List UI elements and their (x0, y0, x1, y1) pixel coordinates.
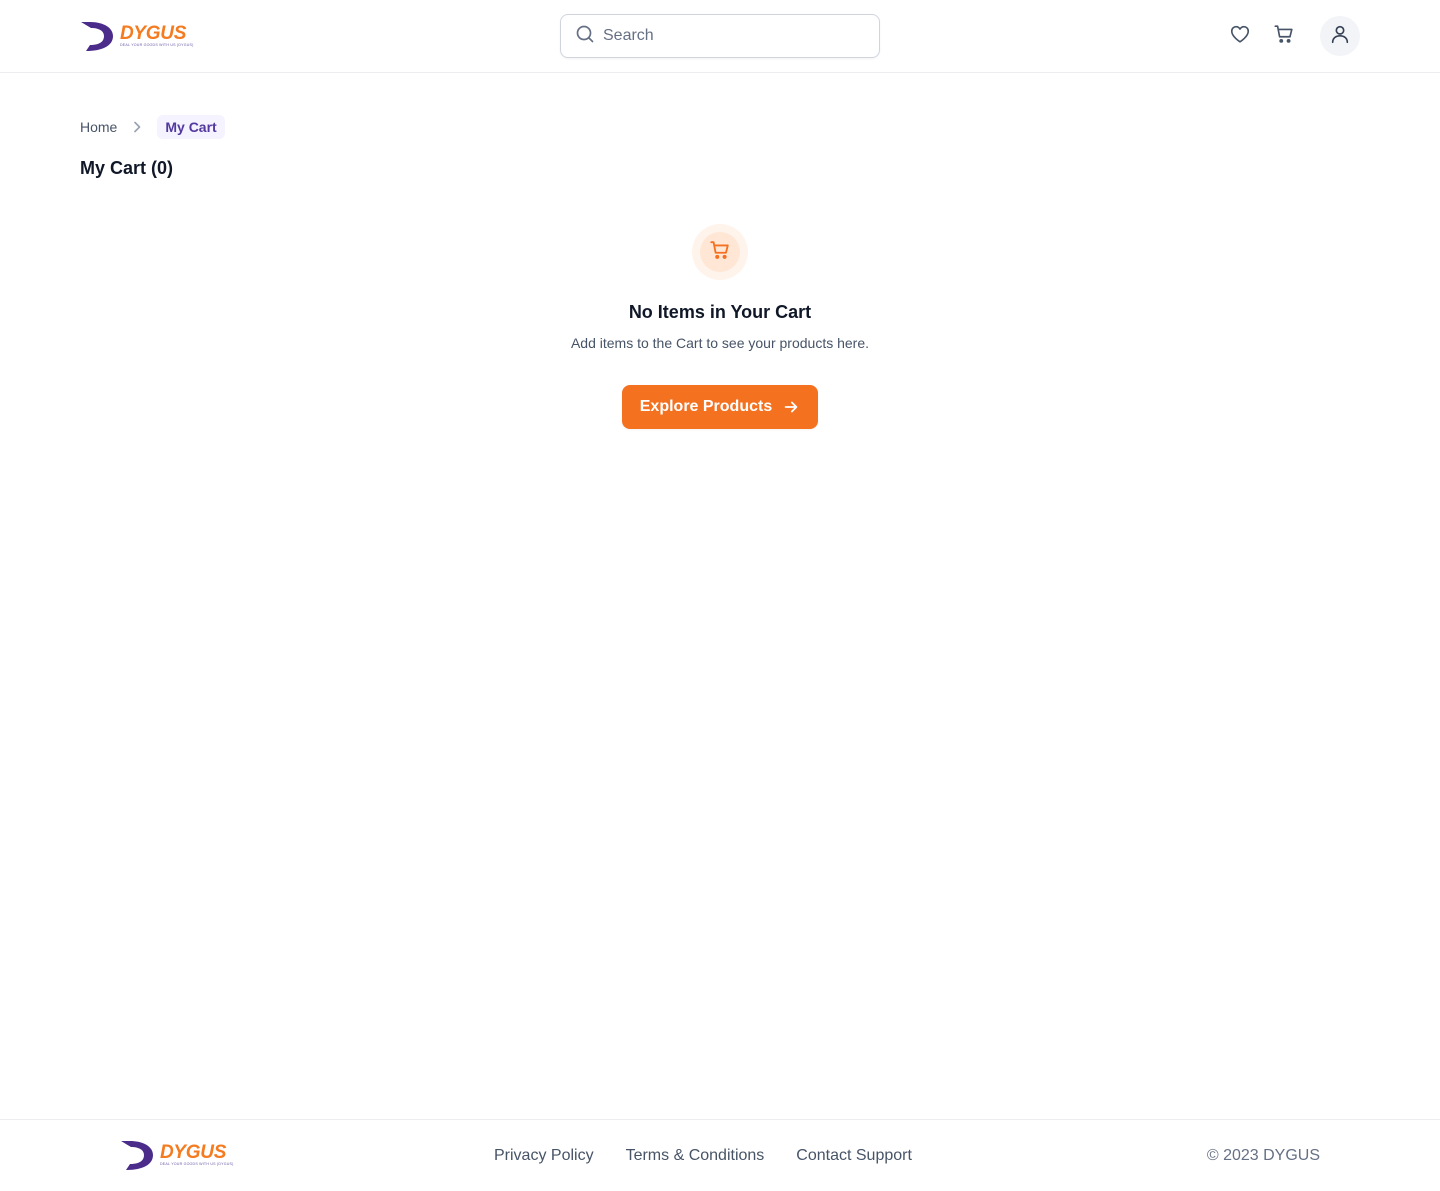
search-input[interactable] (603, 27, 853, 45)
logo-tagline: DEAL YOUR GOODS WITH US (DYGUS) (120, 43, 194, 47)
brand-logo[interactable]: DYGUS DEAL YOUR GOODS WITH US (DYGUS) (80, 20, 194, 52)
breadcrumb-current[interactable]: My Cart (157, 115, 225, 139)
breadcrumb-home-link[interactable]: Home (80, 119, 117, 135)
page-footer: DYGUS DEAL YOUR GOODS WITH US (DYGUS) Pr… (0, 1119, 1440, 1191)
footer-links: Privacy Policy Terms & Conditions Contac… (494, 1145, 912, 1167)
top-header: DYGUS DEAL YOUR GOODS WITH US (DYGUS) (0, 0, 1440, 73)
wishlist-button[interactable] (1228, 24, 1252, 48)
heart-icon (1229, 23, 1251, 50)
cart-button[interactable] (1272, 24, 1296, 48)
account-avatar-button[interactable] (1320, 16, 1360, 56)
cart-icon (709, 239, 731, 266)
footer-brand-logo[interactable]: DYGUS DEAL YOUR GOODS WITH US (DYGUS) (120, 1139, 234, 1171)
logo-mark-icon (80, 20, 114, 52)
empty-state-description: Add items to the Cart to see your produc… (570, 335, 870, 351)
logo-tagline: DEAL YOUR GOODS WITH US (DYGUS) (160, 1162, 234, 1166)
user-icon (1329, 23, 1351, 50)
arrow-right-icon (782, 398, 800, 416)
copyright-text: © 2023 DYGUS (1206, 1147, 1320, 1164)
breadcrumb: Home My Cart (80, 113, 225, 141)
empty-state-title: No Items in Your Cart (628, 302, 812, 322)
explore-products-button[interactable]: Explore Products (622, 385, 818, 429)
empty-state-icon-wrap (692, 224, 748, 280)
privacy-policy-link[interactable]: Privacy Policy (494, 1145, 594, 1167)
page-title: My Cart (0) (80, 158, 174, 178)
contact-support-link[interactable]: Contact Support (796, 1145, 912, 1167)
logo-wordmark: DYGUS (160, 1142, 227, 1163)
search-icon (575, 24, 595, 49)
terms-conditions-link[interactable]: Terms & Conditions (626, 1145, 765, 1167)
cart-icon (1273, 23, 1295, 50)
logo-mark-icon (120, 1139, 154, 1171)
logo-wordmark: DYGUS (120, 23, 187, 44)
explore-products-label: Explore Products (639, 398, 773, 415)
search-box[interactable] (560, 14, 880, 58)
chevron-right-icon (129, 119, 145, 135)
